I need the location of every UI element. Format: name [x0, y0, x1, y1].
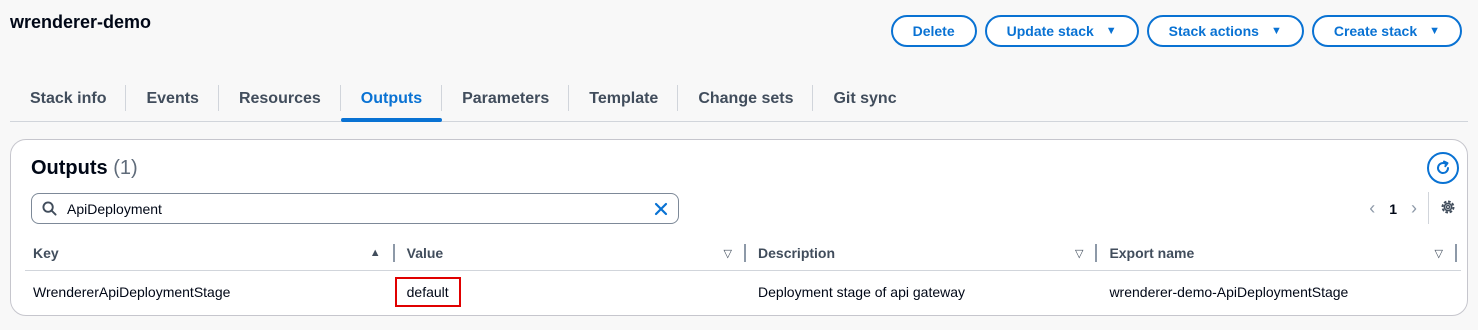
caret-down-icon: ▼	[1429, 25, 1440, 37]
search-box	[31, 193, 679, 224]
cell-value: default	[394, 270, 750, 314]
refresh-button[interactable]	[1427, 152, 1459, 184]
outputs-panel: Outputs (1) ‹ 1 ›	[10, 139, 1468, 316]
column-header-key[interactable]: Key ▲	[25, 236, 399, 271]
column-header-description[interactable]: Description ▽	[750, 236, 1102, 271]
page-number[interactable]: 1	[1389, 201, 1397, 217]
table-row: WrendererApiDeploymentStage default Depl…	[25, 270, 1461, 314]
tab-stack-info[interactable]: Stack info	[10, 77, 127, 121]
tab-git-sync[interactable]: Git sync	[813, 77, 916, 121]
previous-page-icon[interactable]: ‹	[1369, 198, 1375, 219]
header-actions: Delete Update stack ▼ Stack actions ▼ Cr…	[890, 15, 1462, 47]
highlighted-value: default	[394, 277, 461, 308]
outputs-title: Outputs	[31, 157, 108, 179]
column-description-label: Description	[758, 244, 836, 261]
tab-parameters[interactable]: Parameters	[442, 77, 570, 121]
gear-icon	[1441, 200, 1455, 214]
column-resizer[interactable]	[392, 244, 395, 262]
table-header-row: Key ▲ Value ▽ Description ▽ Export name …	[25, 236, 1461, 271]
tab-resources[interactable]: Resources	[219, 77, 341, 121]
pagination-divider	[1428, 192, 1429, 224]
page-title: wrenderer-demo	[10, 12, 152, 32]
sort-icon[interactable]: ▽	[724, 247, 732, 260]
column-resizer[interactable]	[744, 244, 747, 262]
pagination: ‹ 1 ›	[1369, 198, 1417, 219]
cell-export-name: wrenderer-demo-ApiDeploymentStage	[1109, 284, 1349, 301]
stack-actions-button[interactable]: Stack actions ▼	[1146, 15, 1304, 47]
column-header-export-name[interactable]: Export name ▽	[1101, 236, 1461, 271]
cell-key: WrendererApiDeploymentStage	[33, 284, 231, 301]
search-icon	[42, 201, 57, 216]
tab-template[interactable]: Template	[569, 77, 679, 121]
outputs-table: Key ▲ Value ▽ Description ▽ Export name …	[25, 236, 1461, 314]
update-stack-label: Update stack	[1006, 23, 1094, 39]
delete-button[interactable]: Delete	[890, 15, 977, 47]
caret-down-icon: ▼	[1270, 25, 1282, 37]
column-resizer[interactable]	[1095, 244, 1098, 262]
stack-actions-label: Stack actions	[1168, 23, 1259, 39]
search-input[interactable]	[67, 200, 654, 217]
update-stack-button[interactable]: Update stack ▼	[984, 15, 1139, 47]
sort-icon[interactable]: ▽	[1075, 247, 1083, 260]
column-resizer[interactable]	[1455, 244, 1457, 262]
sort-ascending-icon[interactable]: ▲	[370, 247, 381, 259]
outputs-count: (1)	[113, 157, 138, 179]
create-stack-label: Create stack	[1333, 23, 1418, 39]
refresh-icon	[1437, 160, 1450, 174]
cell-description: Deployment stage of api gateway	[758, 284, 966, 301]
tab-outputs[interactable]: Outputs	[340, 77, 443, 122]
column-header-value[interactable]: Value ▽	[398, 236, 751, 271]
outputs-heading: Outputs (1)	[31, 157, 138, 180]
settings-button[interactable]	[1439, 198, 1457, 221]
create-stack-button[interactable]: Create stack ▼	[1311, 15, 1462, 47]
delete-button-label: Delete	[912, 23, 955, 39]
column-value-label: Value	[406, 244, 444, 261]
caret-down-icon: ▼	[1105, 25, 1117, 37]
clear-icon[interactable]	[654, 202, 668, 216]
column-export-name-label: Export name	[1109, 244, 1195, 261]
tab-bar: Stack info Events Resources Outputs Para…	[10, 78, 1468, 122]
next-page-icon[interactable]: ›	[1411, 198, 1417, 219]
tab-events[interactable]: Events	[126, 77, 220, 121]
sort-icon[interactable]: ▽	[1435, 247, 1443, 260]
tab-change-sets[interactable]: Change sets	[678, 77, 814, 121]
column-key-label: Key	[33, 244, 59, 261]
